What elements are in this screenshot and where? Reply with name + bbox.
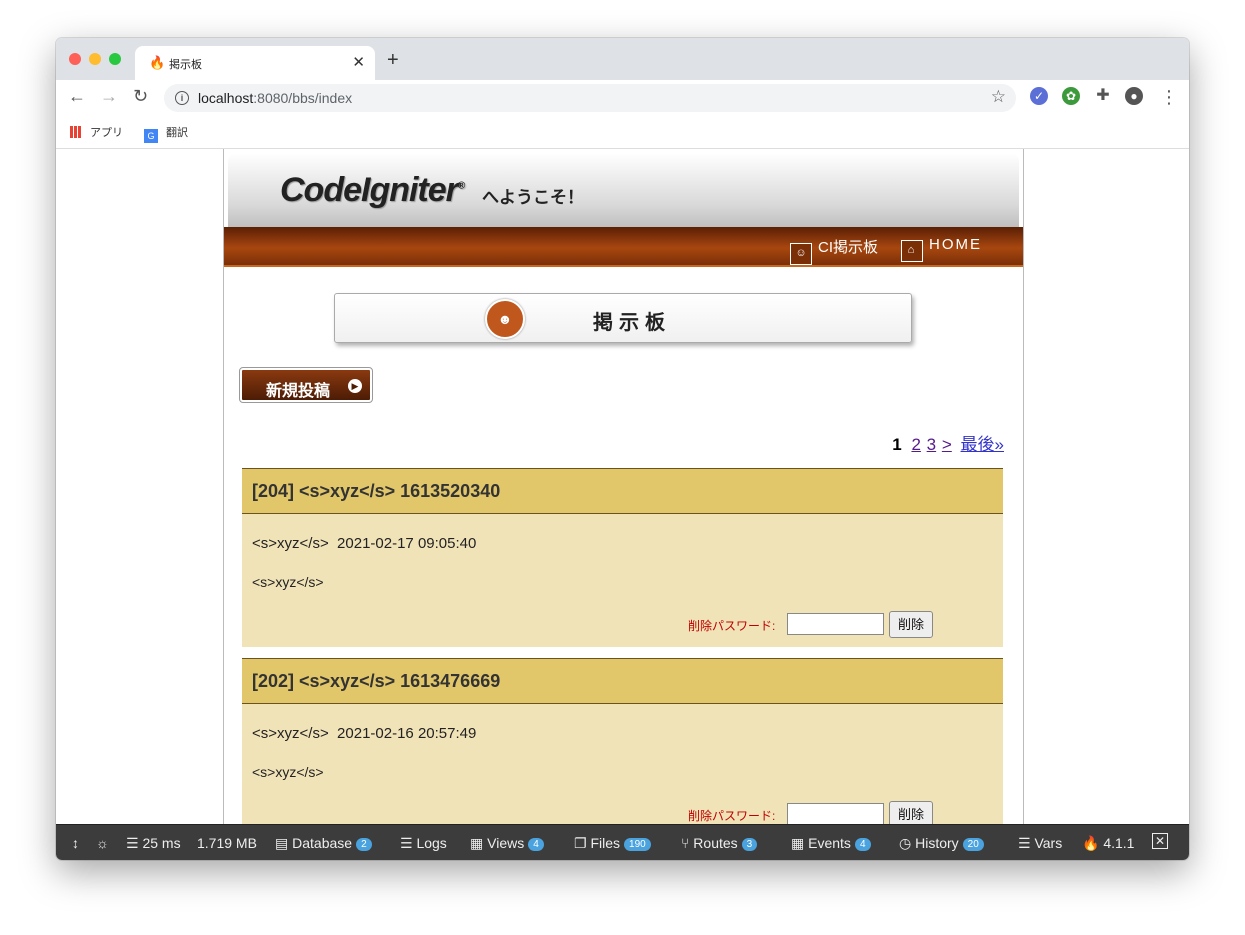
post-meta: <s>xyz</s> 2021-02-16 20:57:49	[252, 725, 477, 742]
history-clock-icon: ◷	[899, 835, 916, 851]
page-link-next[interactable]: >	[942, 435, 952, 454]
tab-title: 掲示板	[169, 59, 202, 71]
nav-ci-bbs[interactable]: ☺ CI掲示板	[790, 236, 878, 265]
theme-sun-icon[interactable]: ☼	[96, 835, 109, 851]
post-meta: <s>xyz</s> 2021-02-17 09:05:40	[252, 535, 477, 552]
profile-avatar-icon[interactable]: ●	[1125, 87, 1143, 105]
nav-home[interactable]: ⌂ HOME	[901, 236, 982, 262]
menu-kebab-icon[interactable]: ⋮	[1160, 87, 1178, 108]
calendar-icon: ▦	[791, 835, 809, 851]
home-icon: ⌂	[901, 240, 923, 262]
site-logo[interactable]: CodeIgniter®	[280, 171, 465, 210]
bookmark-apps[interactable]: アプリ	[70, 124, 123, 140]
resize-arrows-icon[interactable]: ↕	[72, 835, 79, 851]
browser-window: 🔥 掲示板 ✕ + ← → ↻ i localhost:8080/bbs/ind…	[56, 38, 1189, 860]
post-header: [204] <s>xyz</s> 1613520340	[242, 468, 1003, 514]
new-tab-button[interactable]: +	[387, 49, 399, 72]
extensions-puzzle-icon[interactable]: ✚	[1094, 87, 1112, 105]
debug-history[interactable]: ◷ History 20	[899, 835, 984, 852]
close-debugbar-icon[interactable]: ✕	[1152, 833, 1168, 849]
site-nav: ☺ CI掲示板 ⌂ HOME	[224, 227, 1023, 267]
debug-routes[interactable]: ⑂ Routes 3	[681, 835, 758, 851]
post-item: [204] <s>xyz</s> 1613520340 <s>xyz</s> 2…	[242, 468, 1003, 647]
page-link-last[interactable]: 最後»	[961, 435, 1004, 454]
page-title: 掲示板	[593, 312, 671, 334]
delete-button[interactable]: 削除	[889, 611, 933, 638]
debug-version[interactable]: 🔥 4.1.1	[1082, 835, 1134, 852]
translate-icon: G	[144, 129, 158, 143]
debug-timing[interactable]: ☰ 25 ms	[126, 835, 181, 852]
back-icon[interactable]: ←	[68, 86, 86, 107]
browser-tab[interactable]: 🔥 掲示板 ✕	[135, 46, 375, 80]
delete-password-label: 削除パスワード:	[688, 619, 776, 633]
debug-database[interactable]: ▤ Database 2	[275, 835, 372, 852]
flame-icon: 🔥	[149, 55, 166, 70]
database-icon: ▤	[275, 835, 293, 851]
bookmarks-bar: アプリ G 翻訳	[56, 116, 1189, 149]
delete-password-label: 削除パスワード:	[688, 809, 776, 823]
url-text: localhost:8080/bbs/index	[198, 90, 353, 106]
zoom-window-button[interactable]	[109, 53, 121, 65]
list-icon: ☰	[1018, 835, 1035, 851]
codeigniter-flame-icon: 🔥	[1082, 835, 1104, 851]
post-header: [202] <s>xyz</s> 1613476669	[242, 658, 1003, 704]
robot-icon: ☺	[790, 243, 812, 265]
page-container: CodeIgniter® へようこそ！ ☺ CI掲示板 ⌂ HOME ☻ 掲示板 新…	[223, 149, 1024, 860]
delete-password-input[interactable]	[787, 803, 884, 825]
views-icon: ▦	[470, 835, 488, 851]
welcome-text: へようこそ！	[482, 188, 584, 207]
info-icon[interactable]: i	[175, 91, 189, 105]
tab-bar: 🔥 掲示板 ✕ +	[56, 38, 1189, 80]
debug-vars[interactable]: ☰ Vars	[1018, 835, 1062, 852]
reload-icon[interactable]: ↻	[133, 86, 148, 107]
current-page: 1	[892, 435, 902, 454]
debug-files[interactable]: ❐ Files 190	[574, 835, 651, 852]
apps-grid-icon	[70, 126, 82, 138]
browser-toolbar: ← → ↻ i localhost:8080/bbs/index ☆ ✓ ✿ ✚…	[56, 80, 1189, 116]
files-icon: ❐	[574, 835, 591, 851]
extension-gear-icon[interactable]: ✿	[1062, 87, 1080, 105]
forward-icon[interactable]: →	[100, 86, 118, 107]
debug-toolbar: ↕ ☼ ☰ 25 ms 1.719 MB ▤ Database 2 ☰ Logs …	[56, 824, 1189, 860]
debug-events[interactable]: ▦ Events 4	[791, 835, 871, 852]
debug-views[interactable]: ▦ Views 4	[470, 835, 544, 852]
delete-password-input[interactable]	[787, 613, 884, 635]
web-page: CodeIgniter® へようこそ！ ☺ CI掲示板 ⌂ HOME ☻ 掲示板 新…	[56, 149, 1189, 860]
debug-logs[interactable]: ☰ Logs	[400, 835, 447, 852]
robot-badge-icon: ☻	[485, 299, 525, 339]
play-arrow-icon: ▶	[348, 379, 362, 393]
debug-memory: 1.719 MB	[197, 835, 257, 851]
new-post-button[interactable]: 新規投稿 ▶	[239, 367, 373, 403]
site-header: CodeIgniter® へようこそ！	[228, 153, 1019, 227]
close-window-button[interactable]	[69, 53, 81, 65]
post-body: <s>xyz</s>	[252, 574, 324, 590]
board-title-box: ☻ 掲示板	[334, 293, 912, 343]
page-link-2[interactable]: 2	[911, 435, 920, 454]
routes-icon: ⑂	[681, 835, 694, 851]
minimize-window-button[interactable]	[89, 53, 101, 65]
bookmark-translate[interactable]: G 翻訳	[144, 124, 188, 143]
timeline-icon: ☰	[126, 835, 143, 851]
bookmark-star-icon[interactable]: ☆	[991, 87, 1006, 107]
close-tab-icon[interactable]: ✕	[352, 53, 365, 71]
pagination: 1 2 3 > 最後»	[892, 430, 1004, 455]
post-body: <s>xyz</s>	[252, 764, 324, 780]
list-icon: ☰	[400, 835, 417, 851]
extension-check-icon[interactable]: ✓	[1030, 87, 1048, 105]
address-bar[interactable]: i localhost:8080/bbs/index ☆	[164, 84, 1016, 112]
page-link-3[interactable]: 3	[927, 435, 936, 454]
